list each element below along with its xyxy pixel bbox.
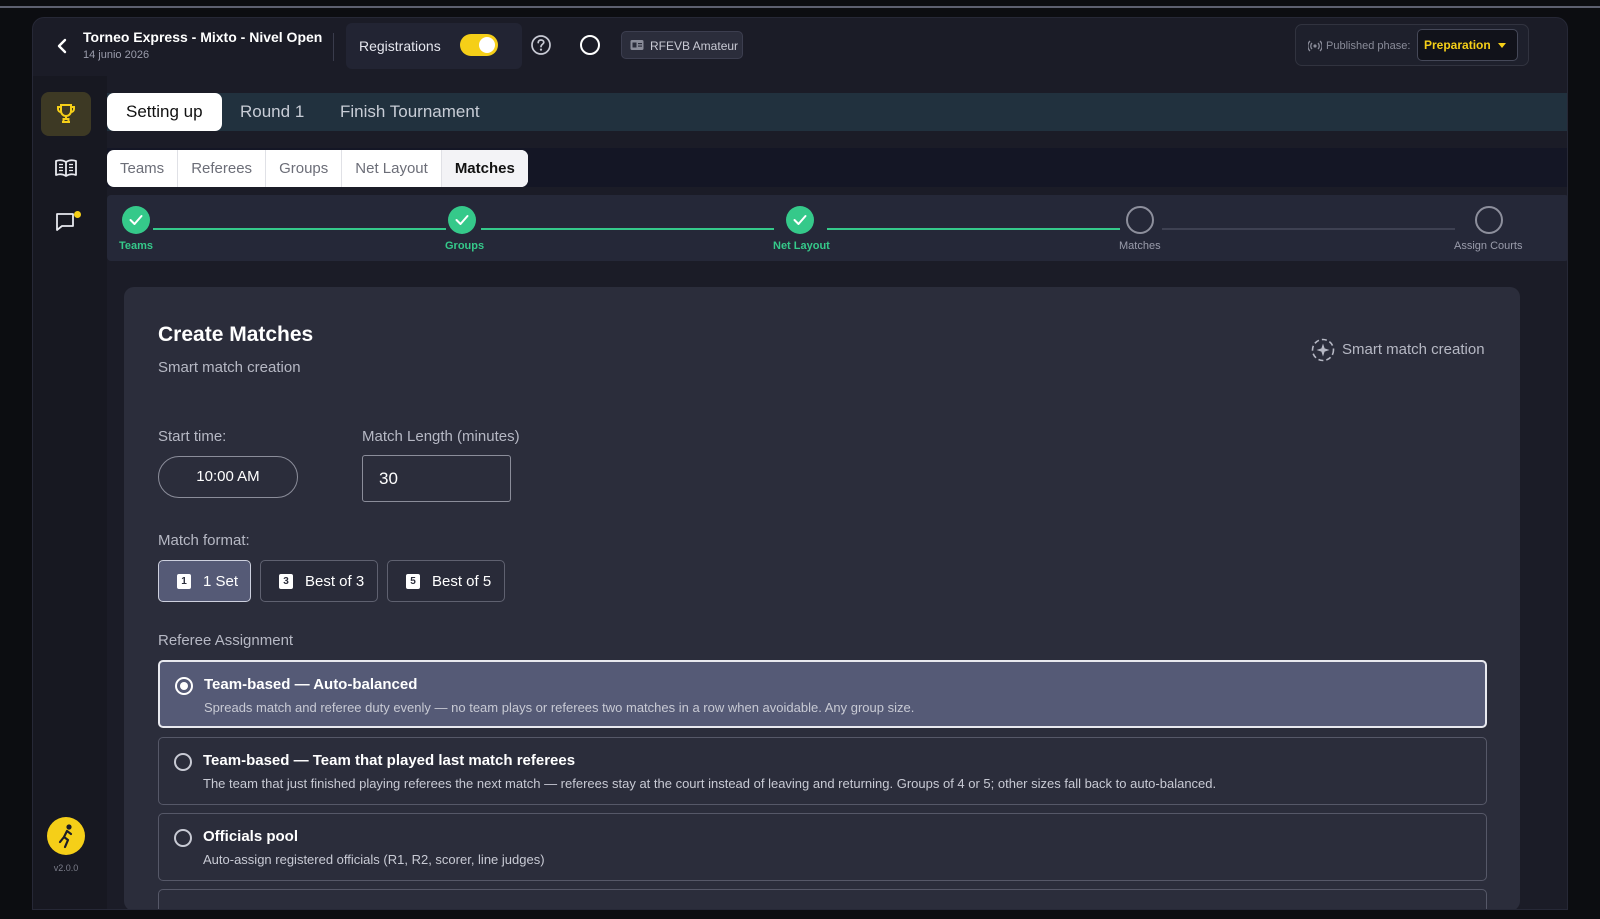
phase-dropdown[interactable]: Preparation <box>1417 29 1518 61</box>
step-connector <box>481 228 774 230</box>
header: Torneo Express - Mixto - Nivel Open 14 j… <box>33 18 1567 76</box>
option-description: The team that just finished playing refe… <box>203 776 1217 791</box>
id-card-icon <box>630 40 644 50</box>
start-time-picker[interactable]: 10:00 AM <box>158 456 298 498</box>
step-connector <box>827 228 1120 230</box>
option-title: Officials pool <box>203 828 299 845</box>
number-5-icon: 5 <box>406 574 420 589</box>
circle-icon <box>580 35 600 55</box>
status-button[interactable] <box>579 34 601 56</box>
published-phase-control: Published phase: Preparation <box>1295 24 1529 66</box>
app-window: Torneo Express - Mixto - Nivel Open 14 j… <box>32 17 1568 910</box>
option-description: Auto-assign registered officials (R1, R2… <box>203 852 545 867</box>
referee-option-auto-balanced[interactable]: Team-based — Auto-balanced Spreads match… <box>158 660 1487 728</box>
check-icon <box>455 215 469 225</box>
step-label: Matches <box>1119 240 1161 252</box>
registrations-label: Registrations <box>359 38 441 54</box>
step-label: Assign Courts <box>1454 240 1523 252</box>
registrations-control: Registrations <box>346 23 522 69</box>
phase-dropdown-value: Preparation <box>1424 38 1491 52</box>
format-label: 1 Set <box>203 573 239 590</box>
subtab-matches[interactable]: Matches <box>441 150 528 187</box>
trophy-icon <box>57 104 75 123</box>
start-time-label: Start time: <box>158 428 227 445</box>
referee-option-officials-pool[interactable]: Officials pool Auto-assign registered of… <box>158 813 1487 881</box>
create-matches-card: Create Matches Smart match creation Smar… <box>124 287 1520 909</box>
help-button[interactable] <box>530 34 552 56</box>
step-groups-check <box>448 206 476 234</box>
top-border-line <box>0 6 1600 8</box>
organization-badge[interactable]: RFEVB Amateur <box>621 31 743 59</box>
option-description: Spreads match and referee duty evenly — … <box>204 700 915 715</box>
match-length-input[interactable] <box>362 455 511 502</box>
setup-subtabs: Teams Referees Groups Net Layout Matches <box>107 150 528 187</box>
broadcast-icon <box>1308 40 1322 52</box>
radio-unselected[interactable] <box>174 753 192 771</box>
card-title: Create Matches <box>158 323 314 346</box>
phase-tabs: Setting up Round 1 Finish Tournament <box>107 93 1567 131</box>
smart-match-creation-label: Smart match creation <box>1342 341 1485 358</box>
radio-selected[interactable] <box>175 677 193 695</box>
step-matches-circle <box>1126 206 1154 234</box>
published-phase-label: Published phase: <box>1326 40 1411 52</box>
format-label: Best of 3 <box>305 573 365 590</box>
chevron-left-icon <box>57 38 67 54</box>
tournament-date: 14 junio 2026 <box>83 49 150 61</box>
registrations-toggle[interactable] <box>460 34 498 56</box>
subtab-teams[interactable]: Teams <box>107 150 179 187</box>
caret-down-icon <box>1498 43 1506 48</box>
tab-round-1[interactable]: Round 1 <box>240 93 304 131</box>
number-3-icon: 3 <box>279 574 293 589</box>
format-label: Best of 5 <box>432 573 492 590</box>
sparkle-refresh-icon <box>1311 338 1335 362</box>
user-avatar[interactable] <box>47 817 85 855</box>
sidebar: v2.0.0 <box>33 76 107 909</box>
step-teams-check <box>122 206 150 234</box>
referee-option-last-match-team[interactable]: Team-based — Team that played last match… <box>158 737 1487 805</box>
subtab-groups[interactable]: Groups <box>266 150 343 187</box>
back-button[interactable] <box>51 34 75 58</box>
organization-label: RFEVB Amateur <box>650 39 739 53</box>
sidebar-item-tournament[interactable] <box>41 92 91 136</box>
radio-unselected[interactable] <box>174 829 192 847</box>
tab-finish-tournament[interactable]: Finish Tournament <box>340 93 480 131</box>
option-title: Team-based — Auto-balanced <box>204 676 418 693</box>
question-circle-icon <box>531 35 551 55</box>
option-title: Team-based — Team that played last match… <box>203 752 576 769</box>
tab-setting-up[interactable]: Setting up <box>107 93 222 131</box>
referee-option-next[interactable] <box>158 889 1487 909</box>
check-icon <box>793 215 807 225</box>
match-format-label: Match format: <box>158 532 250 549</box>
step-label: Net Layout <box>773 240 830 252</box>
progress-stepper: Teams Groups Net Layout Matches Assign C… <box>107 195 1567 261</box>
app-version: v2.0.0 <box>53 863 79 873</box>
format-1-set-button[interactable]: 1 1 Set <box>158 560 251 602</box>
header-divider <box>333 33 334 61</box>
toggle-knob <box>479 37 495 53</box>
subtab-referees[interactable]: Referees <box>178 150 267 187</box>
book-icon <box>55 159 77 177</box>
step-label: Groups <box>445 240 485 252</box>
step-label: Teams <box>119 240 154 252</box>
sidebar-item-rules[interactable] <box>41 146 91 190</box>
volleyball-player-icon <box>58 824 73 849</box>
format-best-of-3-button[interactable]: 3 Best of 3 <box>260 560 378 602</box>
tournament-title: Torneo Express - Mixto - Nivel Open <box>83 29 323 45</box>
subtab-net-layout[interactable]: Net Layout <box>342 150 442 187</box>
setup-subnav: Teams Referees Groups Net Layout Matches <box>107 148 1567 187</box>
step-connector <box>153 228 446 230</box>
step-assign-courts-circle <box>1475 206 1503 234</box>
referee-assignment-label: Referee Assignment <box>158 632 294 649</box>
format-best-of-5-button[interactable]: 5 Best of 5 <box>387 560 505 602</box>
step-connector <box>1162 228 1455 230</box>
match-length-label: Match Length (minutes) <box>362 428 520 445</box>
check-icon <box>129 215 143 225</box>
card-subtitle: Smart match creation <box>158 359 301 376</box>
step-net-layout-check <box>786 206 814 234</box>
notification-dot <box>74 211 81 218</box>
number-1-icon: 1 <box>177 574 191 589</box>
sidebar-item-messages[interactable] <box>41 200 91 244</box>
